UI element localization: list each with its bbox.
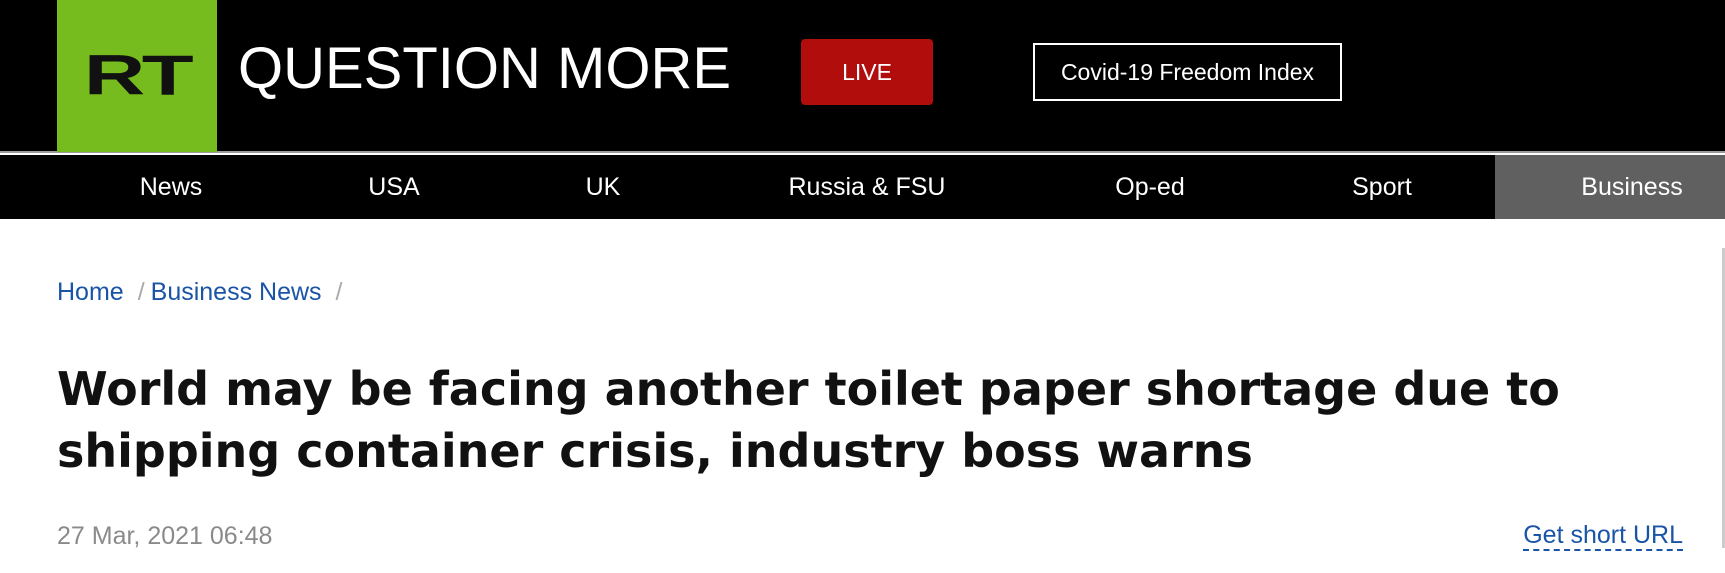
nav-item-russia-fsu[interactable]: Russia & FSU xyxy=(768,155,966,219)
covid-freedom-index-button[interactable]: Covid-19 Freedom Index xyxy=(1033,43,1342,101)
nav-item-news[interactable]: News xyxy=(112,155,230,219)
rt-logo[interactable]: RT xyxy=(57,0,217,152)
breadcrumb-separator: / xyxy=(137,278,145,306)
breadcrumb-separator: / xyxy=(335,278,343,306)
live-button[interactable]: LIVE xyxy=(801,39,933,105)
nav-item-usa[interactable]: USA xyxy=(336,155,452,219)
nav-item-business[interactable]: Business xyxy=(1495,155,1725,219)
nav-item-op-ed[interactable]: Op-ed xyxy=(1090,155,1210,219)
nav-item-uk[interactable]: UK xyxy=(550,155,656,219)
article-title: World may be facing another toilet paper… xyxy=(57,362,1560,478)
article-timestamp: 27 Mar, 2021 06:48 xyxy=(57,522,273,550)
nav-item-sport[interactable]: Sport xyxy=(1322,155,1442,219)
breadcrumb: Home / Business News / xyxy=(57,280,349,305)
nav-item-business-label: Business xyxy=(1581,172,1683,201)
breadcrumb-business-news-link[interactable]: Business News xyxy=(151,278,322,306)
main-nav: News USA UK Russia & FSU Op-ed Sport Bus… xyxy=(0,155,1725,219)
top-header: RT QUESTION MORE LIVE Covid-19 Freedom I… xyxy=(0,0,1725,153)
tagline: QUESTION MORE xyxy=(238,36,732,101)
logo-text: RT xyxy=(83,44,194,108)
breadcrumb-home-link[interactable]: Home xyxy=(57,278,124,306)
get-short-url-link[interactable]: Get short URL xyxy=(1523,523,1683,551)
